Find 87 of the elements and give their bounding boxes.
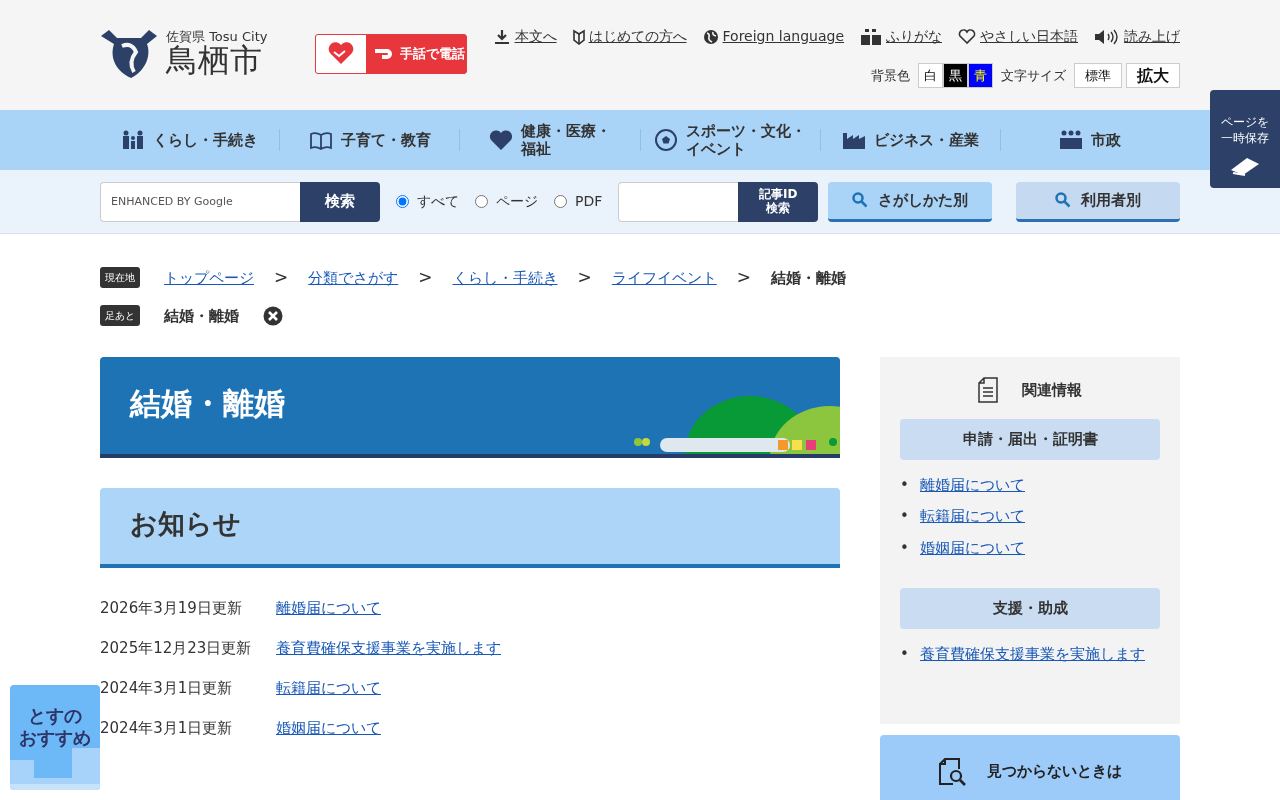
breadcrumb-current: 結婚・離婚 [771, 267, 846, 289]
breadcrumb-separator: > [577, 266, 592, 289]
update-date: 2024年3月1日更新 [100, 717, 234, 739]
scope-label[interactable]: ページ [496, 191, 538, 212]
font-size-option[interactable]: 拡大 [1126, 63, 1180, 88]
nav-menu-item[interactable]: ビジネス・産業 [820, 130, 1000, 150]
sign-language-call-button[interactable]: 手話で電話 [315, 34, 468, 74]
footprints-tag: 足あと [100, 305, 140, 327]
scope-radio[interactable] [475, 195, 488, 208]
scope-radio[interactable] [554, 195, 567, 208]
breadcrumb-link[interactable]: トップページ [164, 266, 254, 289]
utility-link[interactable]: はじめての方へ [588, 26, 687, 47]
speaker-icon [1094, 28, 1120, 45]
background-color-label: 背景色 [871, 66, 910, 85]
background-color-option[interactable]: 黒 [943, 63, 968, 88]
news-link[interactable]: 転籍届について [276, 676, 381, 700]
globe-icon [702, 28, 719, 45]
group-heading: 支援・助成 [900, 588, 1160, 629]
background-color-option[interactable]: 青 [968, 63, 993, 88]
document-icon [978, 377, 998, 403]
scope-label[interactable]: PDF [575, 191, 603, 212]
save-page-button[interactable]: ページを 一時保存 [1210, 90, 1280, 188]
breadcrumb-link[interactable]: ライフイベント [611, 266, 717, 289]
panel-title: 関連情報 [1022, 379, 1082, 401]
news-link[interactable]: 離婚届について [276, 596, 381, 620]
document-search-icon [938, 757, 967, 786]
related-link[interactable]: 転籍届について [920, 507, 1025, 525]
book-icon [308, 130, 333, 150]
scope-label[interactable]: すべて [417, 191, 459, 212]
search-icon [1055, 192, 1071, 208]
news-link[interactable]: 婚姻届について [276, 716, 381, 740]
nav-menu-item[interactable]: 市政 [1000, 130, 1181, 150]
update-date: 2025年12月23日更新 [100, 637, 253, 659]
ruby-icon [860, 27, 882, 46]
utility-link[interactable]: やさしい日本語 [980, 26, 1078, 47]
section-heading: お知らせ [100, 488, 840, 568]
bullet: • [900, 474, 910, 496]
search-icon [852, 192, 868, 208]
recommend-title: とすの おすすめ [18, 705, 92, 749]
article-id-search-button[interactable]: 記事ID 検索 [738, 181, 819, 222]
bullet: • [900, 643, 910, 665]
download-icon [492, 28, 511, 45]
utility-link[interactable]: Foreign language [722, 26, 844, 47]
page-title: 結婚・離婚 [130, 385, 285, 423]
finder-button[interactable]: さがしかた別 [828, 181, 992, 222]
nav-menu-item[interactable]: くらし・手続き [100, 130, 280, 150]
recommend-banner[interactable]: とすの おすすめ [10, 685, 100, 790]
breadcrumb-link[interactable]: 分類でさがす [308, 266, 399, 289]
nav-menu-item[interactable]: 子育て・教育 [280, 130, 460, 150]
update-date: 2026年3月19日更新 [100, 597, 243, 619]
heart-icon [488, 129, 513, 151]
related-link[interactable]: 養育費確保支援事業を実施します [920, 644, 1145, 663]
breadcrumb-separator: > [274, 266, 289, 289]
help-button[interactable]: 見つからないときは [880, 735, 1180, 800]
nav-menu-item[interactable]: 健康・医療・ 福祉 [460, 122, 640, 158]
news-link[interactable]: 養育費確保支援事業を実施します [276, 636, 501, 660]
update-date: 2024年3月1日更新 [100, 677, 234, 699]
finder-button[interactable]: 利用者別 [1016, 181, 1180, 222]
people-icon [1059, 130, 1084, 150]
font-size-label: 文字サイズ [1001, 66, 1066, 85]
current-location-tag: 現在地 [100, 267, 140, 289]
breadcrumb-separator: > [418, 266, 433, 289]
utility-link[interactable]: ふりがな [886, 26, 942, 47]
nav-menu-item[interactable]: スポーツ・文化・ イベント [640, 122, 820, 158]
city-emblem-icon [100, 28, 158, 80]
background-color-option[interactable]: 白 [918, 63, 943, 88]
search-button[interactable]: 検索 [300, 181, 380, 222]
breadcrumb-separator: > [736, 266, 751, 289]
bullet: • [900, 506, 910, 527]
breadcrumb-link[interactable]: くらし・手続き [452, 266, 558, 289]
group-heading: 申請・届出・証明書 [900, 419, 1160, 460]
close-icon[interactable] [263, 305, 283, 326]
related-link[interactable]: 婚姻届について [920, 538, 1025, 557]
bullet: • [900, 537, 910, 559]
utility-link[interactable]: 本文へ [514, 26, 557, 47]
font-size-option[interactable]: 標準 [1074, 63, 1122, 88]
article-id-field[interactable] [618, 181, 739, 222]
family-icon [121, 130, 146, 150]
footprint-item: 結婚・離婚 [164, 305, 239, 327]
scope-radio[interactable] [396, 195, 409, 208]
logo-subtitle: 佐賀県 Tosu City [166, 29, 268, 43]
search-field[interactable]: ENHANCED BY Google [100, 181, 300, 222]
utility-link[interactable]: 読み上げ [1124, 26, 1180, 47]
ball-icon [654, 128, 679, 152]
related-link[interactable]: 離婚届について [920, 475, 1025, 494]
factory-icon [841, 130, 866, 150]
city-name: 鳥栖市 [166, 42, 262, 79]
